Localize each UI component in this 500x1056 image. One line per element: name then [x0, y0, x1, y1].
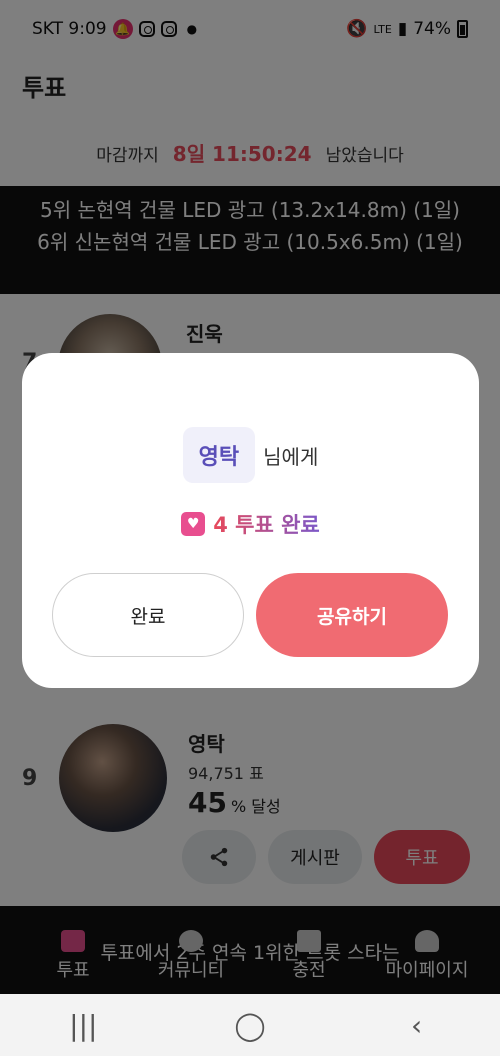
system-nav-bar: ||| ◯ ‹ — [0, 994, 500, 1056]
vote-complete-dialog: 영탁 님에게 ♥ 4 투표 완료 완료 공유하기 — [22, 353, 479, 688]
heart-icon: ♥ — [181, 512, 206, 536]
recipient-name: 영탁 — [182, 427, 256, 483]
back-icon[interactable]: ‹ — [387, 1009, 447, 1042]
vote-done-text: 4 투표 완료 — [213, 509, 320, 539]
recipient-row: 영탁 님에게 — [22, 427, 479, 483]
done-button[interactable]: 완료 — [52, 573, 244, 657]
recipient-suffix: 님에게 — [263, 444, 319, 469]
home-icon[interactable]: ◯ — [220, 1009, 280, 1042]
dialog-buttons: 완료 공유하기 — [52, 573, 448, 657]
share-button[interactable]: 공유하기 — [256, 573, 448, 657]
recent-apps-icon[interactable]: ||| — [53, 1009, 113, 1042]
vote-done-row: ♥ 4 투표 완료 — [22, 509, 479, 539]
